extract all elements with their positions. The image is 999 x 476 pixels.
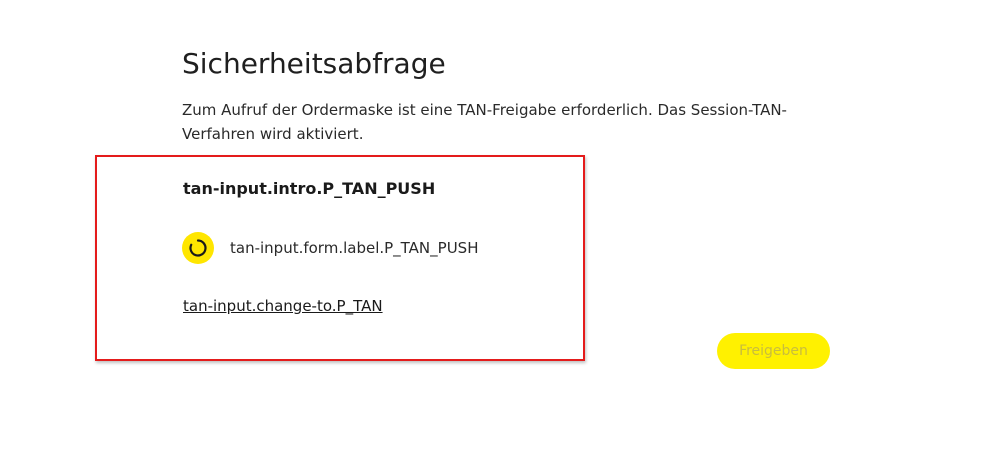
intro-text: Zum Aufruf der Ordermaske ist eine TAN-F… (182, 101, 787, 143)
push-tan-status-label: tan-input.form.label.P_TAN_PUSH (230, 239, 479, 257)
change-tan-method-link[interactable]: tan-input.change-to.P_TAN (183, 297, 383, 315)
loading-spinner-icon (182, 232, 214, 264)
tan-input-panel: tan-input.intro.P_TAN_PUSH tan-input.for… (95, 155, 585, 361)
release-button[interactable]: Freigeben (717, 333, 830, 369)
tan-intro-heading: tan-input.intro.P_TAN_PUSH (183, 179, 436, 198)
page-title: Sicherheitsabfrage (182, 47, 446, 80)
push-tan-status: tan-input.form.label.P_TAN_PUSH (182, 231, 478, 265)
